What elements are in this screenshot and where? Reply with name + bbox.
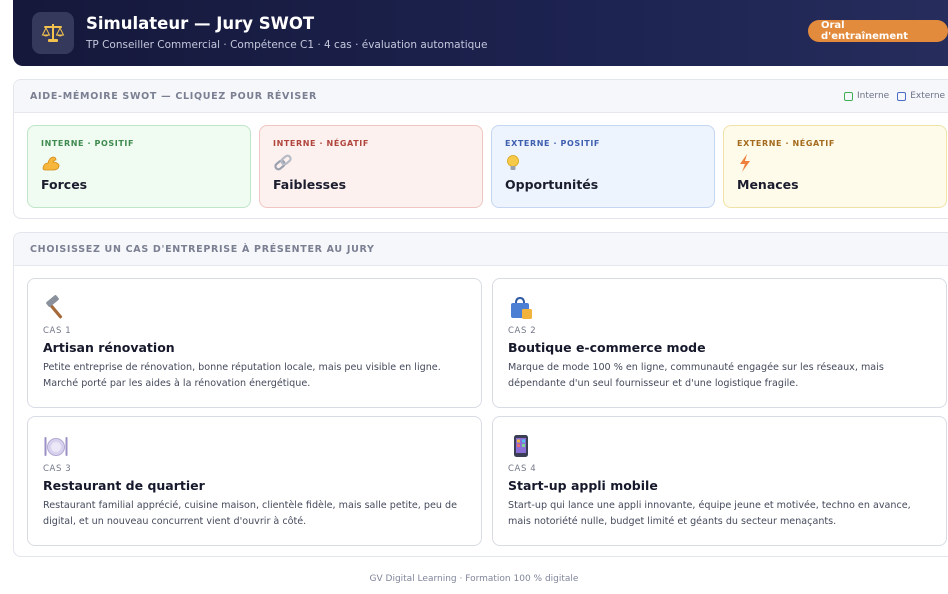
light-bulb-icon	[505, 154, 701, 172]
shopping-bag-icon	[508, 295, 931, 321]
legend-label: Interne	[857, 91, 890, 101]
case-number: CAS 1	[43, 326, 72, 336]
case-number: CAS 4	[508, 464, 537, 474]
app-title: Simulateur — Jury SWOT	[86, 14, 315, 33]
case-title: Restaurant de quartier	[43, 478, 205, 493]
lightning-icon	[737, 154, 933, 172]
legend-swatch-interne	[844, 91, 853, 101]
swot-card-menaces[interactable]: EXTERNE · NÉGATIF Menaces	[723, 125, 947, 208]
case-description: Marque de mode 100 % en ligne, communaut…	[508, 362, 884, 389]
swot-name: Menaces	[737, 177, 799, 192]
case-card-4[interactable]: CAS 4 Start-up appli mobile Start-up qui…	[492, 416, 947, 546]
case-title: Start-up appli mobile	[508, 478, 658, 493]
case-title: Boutique e-commerce mode	[508, 340, 706, 355]
case-card-2[interactable]: CAS 2 Boutique e-commerce mode Marque de…	[492, 278, 947, 408]
case-number: CAS 2	[508, 326, 537, 336]
memo-title: AIDE-MÉMOIRE SWOT — CLIQUEZ POUR RÉVISER	[30, 90, 318, 102]
swot-name: Faiblesses	[273, 177, 347, 192]
hammer-icon	[43, 295, 466, 321]
swot-category: EXTERNE · NÉGATIF	[737, 139, 835, 148]
swot-name: Forces	[41, 177, 88, 192]
case-title: Artisan rénovation	[43, 340, 175, 355]
cases-title: CHOISISSEZ UN CAS D'ENTREPRISE À PRÉSENT…	[30, 243, 375, 255]
app-subtitle: TP Conseiller Commercial · Compétence C1…	[86, 39, 488, 51]
legend-swatch-externe	[897, 91, 907, 101]
case-number: CAS 3	[43, 464, 72, 474]
swot-name: Opportunités	[505, 177, 599, 192]
swot-card-faiblesses[interactable]: INTERNE · NÉGATIF Faiblesses	[259, 125, 483, 208]
mobile-phone-icon	[508, 433, 931, 459]
swot-category: INTERNE · POSITIF	[41, 139, 135, 148]
legend-item-externe: Externe	[897, 91, 945, 101]
plate-cutlery-icon	[43, 433, 466, 459]
flexed-biceps-icon	[41, 154, 237, 172]
mode-badge[interactable]: Oral d'entraînement	[808, 20, 948, 42]
swot-category: INTERNE · NÉGATIF	[273, 139, 369, 148]
case-card-1[interactable]: CAS 1 Artisan rénovation Petite entrepri…	[27, 278, 482, 408]
legend-label: Externe	[910, 91, 946, 101]
swot-card-forces[interactable]: INTERNE · POSITIF Forces	[27, 125, 251, 208]
swot-memo-panel: AIDE-MÉMOIRE SWOT — CLIQUEZ POUR RÉVISER…	[13, 79, 948, 219]
legend-item-interne: Interne	[844, 91, 889, 101]
footer: GV Digital Learning · Formation 100 % di…	[369, 574, 579, 584]
chain-link-icon	[273, 154, 469, 172]
cases-panel: CHOISISSEZ UN CAS D'ENTREPRISE À PRÉSENT…	[13, 232, 948, 557]
case-card-3[interactable]: CAS 3 Restaurant de quartier Restaurant …	[27, 416, 482, 546]
case-description: Start-up qui lance une appli innovante, …	[508, 500, 911, 527]
case-description: Restaurant familial apprécié, cuisine ma…	[43, 500, 458, 527]
swot-card-opportunites[interactable]: EXTERNE · POSITIF Opportunités	[491, 125, 715, 208]
scales-icon	[32, 12, 74, 54]
legend: Interne Externe	[844, 91, 948, 101]
swot-category: EXTERNE · POSITIF	[505, 139, 600, 148]
case-description: Petite entreprise de rénovation, bonne r…	[43, 362, 441, 389]
